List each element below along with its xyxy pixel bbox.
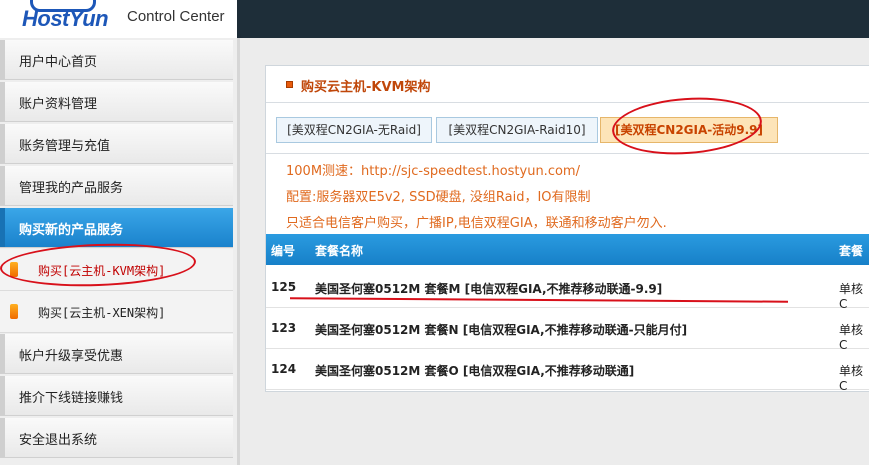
table-row[interactable]: 123 美国圣何塞0512M 套餐N [电信双程GIA,不推荐移动联通-只能月付… [266, 308, 869, 352]
row-id: 123 [271, 321, 297, 335]
table-row[interactable]: 124 美国圣何塞0512M 套餐O [电信双程GIA,不推荐移动联通] 单核C [266, 349, 869, 393]
sidebar-item-bar [0, 82, 5, 121]
sidebar-subitem-label: 购买[云主机-XEN架构] [38, 306, 166, 320]
col-header-spec: 套餐 [839, 244, 864, 258]
sidebar-item-bar [0, 208, 5, 247]
row-name[interactable]: 美国圣何塞0512M 套餐O [电信双程GIA,不推荐移动联通] [315, 362, 634, 379]
sidebar-item-label: 帐户升级享受优惠 [19, 349, 124, 364]
sidebar-item-home[interactable]: 用户中心首页 [0, 40, 233, 80]
row-spec: 单核C [839, 323, 864, 352]
sidebar-item-bar [0, 334, 5, 373]
orange-bar-icon [10, 304, 18, 319]
col-header-name: 套餐名称 [315, 244, 364, 258]
panel-title: 购买云主机-KVM架构 [301, 80, 431, 95]
row-spec: 单核C [839, 282, 864, 311]
logo[interactable]: HostYun [22, 6, 109, 32]
audience-info: 只适合电信客户购买，广播IP,电信双程GIA，联通和移动客户勿入. [286, 216, 667, 231]
sidebar-item-label: 账务管理与充值 [19, 139, 111, 154]
sidebar-item-label: 推介下线链接赚钱 [19, 391, 124, 406]
table-header: 编号 套餐名称 套餐 [266, 234, 869, 265]
sidebar-subitem-buy-xen[interactable]: 购买[云主机-XEN架构] [0, 291, 233, 333]
header-bar [240, 0, 869, 38]
sidebar-item-account-profile[interactable]: 账户资料管理 [0, 82, 233, 122]
title-square-icon [286, 81, 293, 88]
sidebar-item-buy-new[interactable]: 购买新的产品服务 [0, 208, 233, 248]
sidebar-item-bar [0, 376, 5, 415]
sidebar-item-referral[interactable]: 推介下线链接赚钱 [0, 376, 233, 416]
sidebar-item-bar [0, 40, 5, 79]
sidebar-item-label: 安全退出系统 [19, 433, 98, 448]
panel-header: 购买云主机-KVM架构 [266, 66, 869, 103]
sidebar-item-bar [0, 124, 5, 163]
sidebar-item-label: 用户中心首页 [19, 55, 98, 70]
col-header-id: 编号 [271, 244, 296, 258]
purchase-panel: 购买云主机-KVM架构 [美双程CN2GIA-无Raid] [美双程CN2GIA… [265, 65, 869, 393]
tab-raid10[interactable]: [美双程CN2GIA-Raid10] [436, 117, 598, 143]
tab-no-raid[interactable]: [美双程CN2GIA-无Raid] [276, 117, 432, 143]
sidebar-item-billing[interactable]: 账务管理与充值 [0, 124, 233, 164]
sidebar-item-label: 账户资料管理 [19, 97, 98, 112]
row-name[interactable]: 美国圣何塞0512M 套餐N [电信双程GIA,不推荐移动联通-只能月付] [315, 321, 687, 338]
control-center-label: Control Center [127, 8, 225, 25]
row-name[interactable]: 美国圣何塞0512M 套餐M [电信双程GIA,不推荐移动联通-9.9] [315, 280, 662, 297]
sidebar-item-my-services[interactable]: 管理我的产品服务 [0, 166, 233, 206]
plan-tabs: [美双程CN2GIA-无Raid] [美双程CN2GIA-Raid10] [美双… [266, 103, 869, 154]
row-id: 124 [271, 362, 297, 376]
top-header: HostYun Control Center [0, 0, 869, 38]
sidebar-item-label: 购买新的产品服务 [19, 223, 124, 238]
sidebar-item-label: 管理我的产品服务 [19, 181, 124, 196]
sidebar-item-upgrade[interactable]: 帐户升级享受优惠 [0, 334, 233, 374]
logo-area: HostYun Control Center [0, 0, 237, 38]
speedtest-info: 100M测速：http://sjc-speedtest.hostyun.com/ [286, 164, 580, 179]
sidebar-item-bar [0, 418, 5, 457]
row-spec: 单核C [839, 364, 864, 393]
sidebar-item-logout[interactable]: 安全退出系统 [0, 418, 233, 458]
row-id: 125 [271, 280, 297, 294]
sidebar-item-bar [0, 166, 5, 205]
config-info: 配置:服务器双E5v2, SSD硬盘, 没组Raid，IO有限制 [286, 190, 591, 205]
